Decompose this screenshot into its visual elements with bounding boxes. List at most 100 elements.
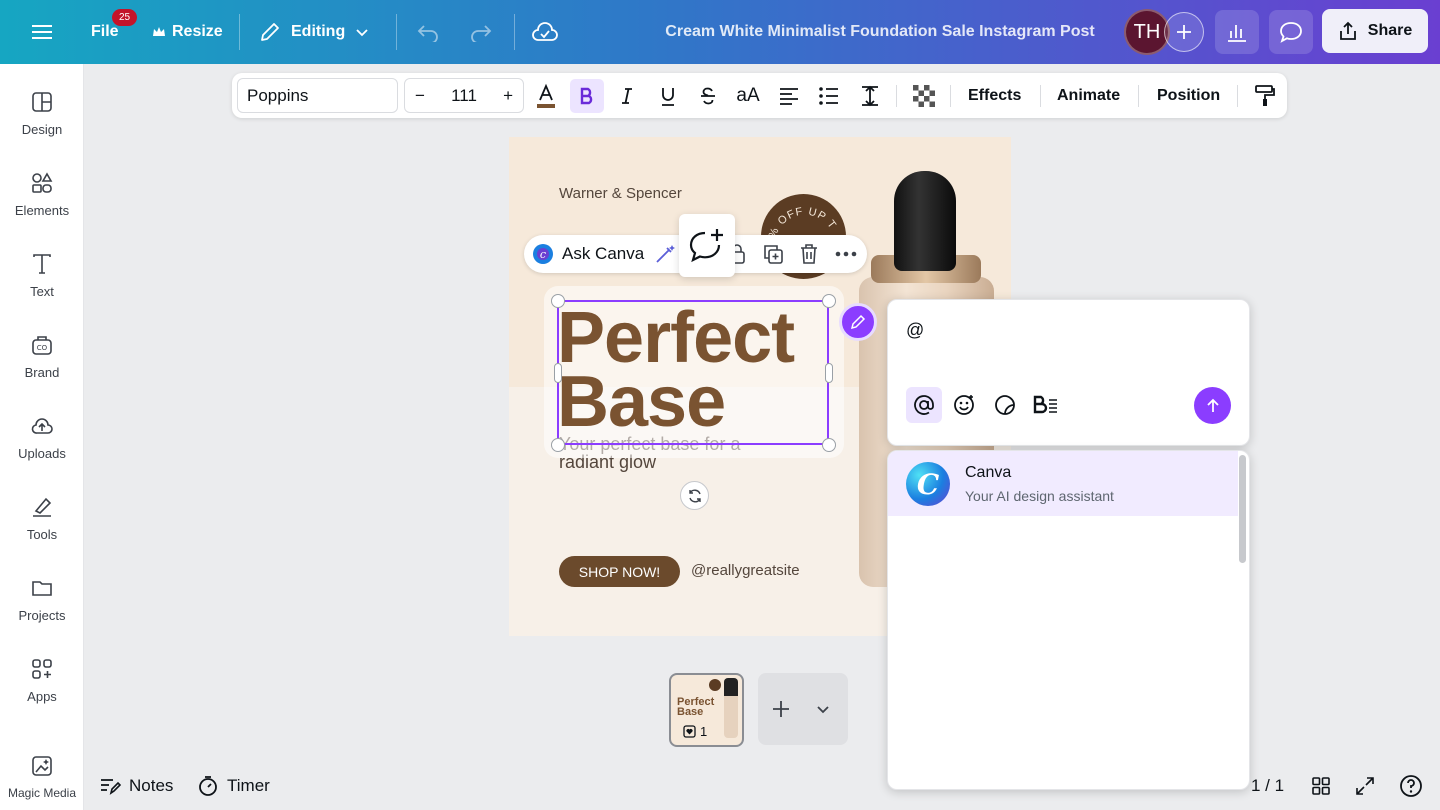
redo-icon[interactable] <box>465 16 497 48</box>
resize-handle-bottom-left[interactable] <box>551 438 565 452</box>
resize-handle-top-left[interactable] <box>551 294 565 308</box>
svg-text:c: c <box>540 248 546 261</box>
editing-mode-button[interactable]: Editing <box>259 0 369 64</box>
brand-name[interactable]: Warner & Spencer <box>559 185 682 202</box>
document-title[interactable]: Cream White Minimalist Foundation Sale I… <box>640 0 1120 64</box>
add-collaborator-button[interactable] <box>1164 12 1204 52</box>
divider <box>1040 85 1041 107</box>
underline-button[interactable] <box>651 79 685 113</box>
copy-style-button[interactable] <box>1248 79 1282 113</box>
letter-case-button[interactable]: aA <box>731 79 765 113</box>
insights-button[interactable] <box>1215 10 1259 54</box>
page-thumbnail[interactable]: Perfect Base 1 <box>669 673 744 747</box>
resize-handle-right[interactable] <box>825 363 833 383</box>
tools-icon <box>33 497 52 517</box>
speech-bubble-icon <box>1280 22 1302 43</box>
apps-icon <box>32 659 52 679</box>
format-text-button[interactable] <box>1028 387 1064 423</box>
ask-canva-button[interactable]: c Ask Canva <box>532 235 644 273</box>
emoji-button[interactable] <box>946 387 982 423</box>
sidebar-item-projects[interactable]: Projects <box>0 576 84 648</box>
add-page-button[interactable] <box>758 673 848 745</box>
mention-name: Canva <box>965 464 1012 481</box>
comment-marker[interactable] <box>839 303 877 341</box>
emoji-icon <box>954 395 974 415</box>
sidebar-item-text[interactable]: Text <box>0 252 84 324</box>
divider <box>1237 85 1238 107</box>
sidebar-item-design[interactable]: Design <box>0 90 84 162</box>
align-button[interactable] <box>772 79 806 113</box>
send-comment-button[interactable] <box>1194 387 1231 424</box>
magic-edit-button[interactable] <box>653 242 677 266</box>
share-button[interactable]: Share <box>1322 9 1428 53</box>
mention-item-canva[interactable]: C Canva Your AI design assistant <box>888 451 1238 516</box>
grid-view-button[interactable] <box>1306 771 1336 801</box>
page-counter[interactable]: 1 / 1 <box>1251 770 1284 802</box>
fullscreen-button[interactable] <box>1350 771 1380 801</box>
animate-button[interactable]: Animate <box>1057 73 1120 118</box>
comment-composer: @ <box>887 299 1250 446</box>
bar-chart-icon <box>1228 25 1246 42</box>
text-icon <box>33 254 51 274</box>
hamburger-icon[interactable] <box>26 16 58 48</box>
cloud-saved-icon[interactable] <box>529 16 561 48</box>
sidebar-item-elements[interactable]: Elements <box>0 171 84 243</box>
website-text[interactable]: @reallygreatsite <box>691 562 800 579</box>
file-menu[interactable]: File <box>91 0 119 64</box>
resize-handle-top-right[interactable] <box>822 294 836 308</box>
duplicate-icon <box>764 245 783 264</box>
comments-button[interactable] <box>1269 10 1313 54</box>
bottle-dropper <box>894 171 956 271</box>
resize-handle-left[interactable] <box>554 363 562 383</box>
comment-input[interactable]: @ <box>906 320 924 341</box>
spacing-button[interactable] <box>853 79 887 113</box>
timer-button[interactable]: Timer <box>197 770 270 802</box>
notes-button[interactable]: Notes <box>99 770 173 802</box>
sidebar-item-uploads[interactable]: Uploads <box>0 414 84 486</box>
effects-button[interactable]: Effects <box>968 73 1021 118</box>
chevron-down-icon[interactable] <box>816 702 830 716</box>
mention-button[interactable] <box>906 387 942 423</box>
font-size-input[interactable]: 111 <box>451 86 477 106</box>
duplicate-button[interactable] <box>761 242 785 266</box>
pencil-icon <box>261 23 279 41</box>
italic-button[interactable] <box>610 79 644 113</box>
sidebar-item-label: Tools <box>26 527 58 542</box>
font-family-select[interactable]: Poppins <box>237 78 398 113</box>
rotate-handle[interactable] <box>680 481 709 510</box>
text-color-button[interactable] <box>529 79 563 113</box>
sticker-button[interactable] <box>987 387 1023 423</box>
delete-button[interactable] <box>797 242 821 266</box>
mention-description: Your AI design assistant <box>965 488 1114 504</box>
design-icon <box>32 92 52 112</box>
divider <box>514 14 515 50</box>
align-left-icon <box>780 88 798 105</box>
notes-label: Notes <box>129 776 174 795</box>
font-size-stepper: − 111 + <box>404 78 524 113</box>
increase-size-button[interactable]: + <box>503 86 513 106</box>
strikethrough-button[interactable] <box>691 79 725 113</box>
sidebar-item-apps[interactable]: Apps <box>0 657 84 729</box>
position-button[interactable]: Position <box>1157 73 1220 118</box>
canva-logo-icon: C <box>906 462 950 506</box>
ask-canva-label: Ask Canva <box>562 244 645 263</box>
help-button[interactable] <box>1396 771 1426 801</box>
resize-button[interactable]: Resize <box>152 0 223 64</box>
shop-now-button[interactable]: SHOP NOW! <box>559 556 680 587</box>
sidebar-item-magic-media[interactable]: Magic Media <box>0 754 84 810</box>
uploads-icon <box>31 418 53 434</box>
transparency-button[interactable] <box>907 79 941 113</box>
more-options-button[interactable] <box>834 242 858 266</box>
undo-icon[interactable] <box>412 16 444 48</box>
thumbnail-line: Base <box>677 706 704 718</box>
add-comment-button[interactable] <box>679 214 735 277</box>
decrease-size-button[interactable]: − <box>415 86 425 106</box>
bold-button[interactable] <box>570 79 604 113</box>
rotate-icon <box>688 489 701 502</box>
sidebar-item-brand[interactable]: CO Brand <box>0 333 84 405</box>
sidebar-item-tools[interactable]: Tools <box>0 495 84 567</box>
list-button[interactable] <box>812 79 846 113</box>
resize-handle-bottom-right[interactable] <box>822 438 836 452</box>
scrollbar[interactable] <box>1239 455 1246 563</box>
divider <box>1138 85 1139 107</box>
